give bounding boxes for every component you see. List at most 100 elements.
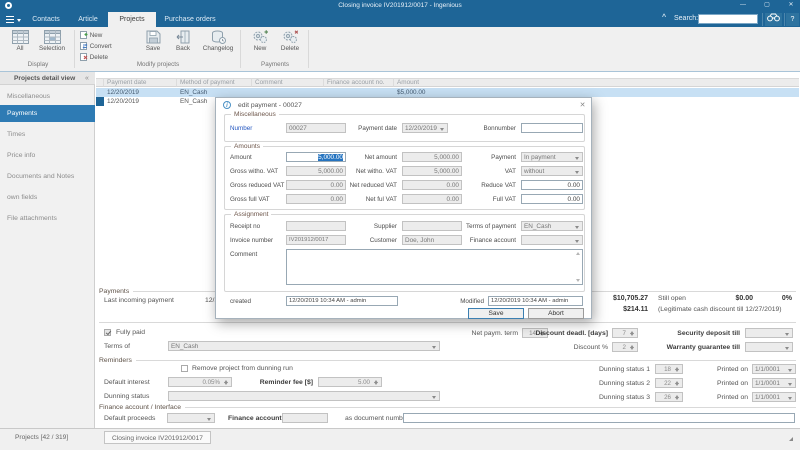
search-label: Search: (674, 15, 698, 22)
close-button[interactable]: ✕ (784, 0, 798, 11)
dunning-status-label: Dunning status (104, 393, 149, 400)
dunning1-stepper[interactable]: 18 (655, 364, 683, 374)
reduce-vat-field[interactable]: 0.00 (521, 180, 583, 190)
printed-on-2-select[interactable]: 1/1/0001 (752, 378, 796, 388)
display-all-button[interactable]: All (7, 29, 33, 60)
display-selection-button[interactable]: Selection (36, 29, 68, 60)
terms-of-payment-select[interactable]: EN_Cash (521, 221, 583, 231)
help-button[interactable]: ? (786, 13, 799, 26)
dunning2-stepper[interactable]: 22 (655, 378, 683, 388)
col-comment[interactable]: Comment (252, 78, 324, 87)
printed-on-1-select[interactable]: 1/1/0001 (752, 364, 796, 374)
receipt-no-field[interactable] (286, 221, 346, 231)
tab-projects[interactable]: Projects (108, 12, 156, 27)
net-witho-field[interactable]: 5,000.00 (402, 166, 462, 176)
as-doc-field[interactable] (403, 413, 795, 423)
default-interest-stepper[interactable]: 0.05% (168, 377, 232, 387)
net-amount-label: Net amount (348, 154, 397, 161)
receipt-no-label: Receipt no (230, 223, 260, 230)
cell-amount[interactable]: $5,000.00 (394, 88, 494, 97)
fully-paid-checkbox[interactable] (104, 329, 111, 336)
last-incoming-label: Last incoming payment (104, 297, 174, 304)
net-amount-field[interactable]: 5,000.00 (402, 152, 462, 162)
invoice-number-field[interactable]: IV201912/0017 (286, 235, 346, 245)
search-binoculars-button[interactable] (765, 13, 782, 26)
vat-select[interactable]: without (521, 166, 583, 176)
bonnumber-field[interactable] (521, 123, 583, 133)
discount-pct-stepper[interactable]: 2 (612, 342, 638, 352)
payment-date-picker[interactable]: 12/20/2019 (402, 123, 448, 133)
tab-contacts[interactable]: Contacts (24, 12, 68, 27)
sidebar-item-miscellaneous[interactable]: Miscellaneous (0, 88, 95, 105)
sidebar-item-file-attachments[interactable]: File attachments (0, 210, 95, 227)
warranty-select[interactable] (745, 342, 793, 352)
sidebar-item-documents[interactable]: Documents and Notes (0, 168, 95, 185)
printed-on-label: Printed on (705, 366, 748, 373)
sidebar-item-times[interactable]: Times (0, 126, 95, 143)
discount-deadl-stepper[interactable]: 7 (612, 328, 638, 338)
comment-textarea[interactable] (286, 249, 583, 285)
tab-purchase-orders[interactable]: Purchase orders (158, 12, 222, 27)
dialog-close-button[interactable]: ✕ (576, 100, 589, 111)
payment-select[interactable]: In payment (521, 152, 583, 162)
finance-account-field[interactable] (282, 413, 328, 423)
window-title: Closing invoice IV201912/0017 - Ingeniou… (0, 2, 800, 9)
project-convert-button[interactable]: Convert (80, 42, 132, 52)
gross-reduced-field[interactable]: 0.00 (286, 180, 346, 190)
corner-expander-icon[interactable] (789, 437, 793, 441)
terms-of-select[interactable]: EN_Cash (168, 341, 440, 351)
sidebar-item-own-fields[interactable]: own fields (0, 189, 95, 206)
maximize-button[interactable]: ▢ (760, 0, 774, 11)
number-field[interactable]: 00027 (286, 123, 346, 133)
ribbon-collapse-icon[interactable]: ^ (662, 14, 666, 21)
col-amount[interactable]: Amount (394, 78, 799, 87)
payment-delete-button[interactable]: Delete (275, 29, 305, 60)
printed-on-label: Printed on (705, 394, 748, 401)
sidebar-item-price-info[interactable]: Price info (0, 147, 95, 164)
default-proceeds-select[interactable] (167, 413, 215, 423)
section-reminders: Reminders (99, 356, 796, 364)
dunning1-label: Dunning status 1 (585, 366, 650, 373)
file-menu-button[interactable] (4, 14, 22, 26)
tab-projects-list[interactable]: Projects [42 / 319] (8, 431, 75, 444)
changelog-button[interactable]: Changelog (199, 29, 237, 60)
edit-payment-dialog: i edit payment - 00027 ✕ Miscellaneous N… (215, 97, 592, 319)
gross-full-field[interactable]: 0.00 (286, 194, 346, 204)
gross-witho-field[interactable]: 5,000.00 (286, 166, 346, 176)
save-button[interactable]: Save (139, 29, 167, 60)
bonnumber-label: Bonnumber (466, 125, 516, 132)
tab-closing-invoice[interactable]: Closing invoice IV201912/0017 (104, 431, 211, 444)
cell-payment-date[interactable]: 12/20/2019 (104, 88, 177, 97)
security-deposit-select[interactable] (745, 328, 793, 338)
col-finance-account-no[interactable]: Finance account no. (324, 78, 394, 87)
open-amount: $10,705.27 (585, 295, 648, 302)
cell-payment-date[interactable]: 12/20/2019 (104, 97, 177, 106)
dialog-title: edit payment - 00027 (238, 102, 302, 109)
dunning-status-select[interactable] (168, 391, 440, 401)
cell-method[interactable]: EN_Cash (177, 88, 252, 97)
dunning3-stepper[interactable]: 26 (655, 392, 683, 402)
back-button[interactable]: Back (169, 29, 197, 60)
remove-dunning-label: Remove project from dunning run (192, 365, 293, 372)
default-proceeds-label: Default proceeds (104, 415, 155, 422)
net-reduced-field[interactable]: 0.00 (402, 180, 462, 190)
abort-button[interactable]: Abort (528, 308, 584, 319)
col-payment-date[interactable]: Payment date (104, 78, 177, 87)
full-vat-field[interactable]: 0.00 (521, 194, 583, 204)
search-input[interactable] (698, 14, 758, 24)
col-method-of-payment[interactable]: Method of payment (177, 78, 252, 87)
amount-field[interactable]: 5,000.00 (286, 152, 346, 162)
payment-new-button[interactable]: New (247, 29, 273, 60)
printed-on-3-select[interactable]: 1/1/0001 (752, 392, 796, 402)
project-new-button[interactable]: New (80, 31, 132, 41)
net-full-field[interactable]: 0.00 (402, 194, 462, 204)
created-label: created (230, 298, 251, 305)
reminder-fee-stepper[interactable]: 5.00 (318, 377, 382, 387)
remove-dunning-checkbox[interactable] (181, 365, 188, 372)
sidebar-item-payments[interactable]: Payments (0, 105, 95, 122)
finance-account-select[interactable] (521, 235, 583, 245)
minimize-button[interactable]: — (736, 0, 750, 11)
tab-article[interactable]: Article (70, 12, 106, 27)
sidebar-collapse-icon[interactable]: « (85, 72, 95, 85)
save-button[interactable]: Save (468, 308, 524, 319)
